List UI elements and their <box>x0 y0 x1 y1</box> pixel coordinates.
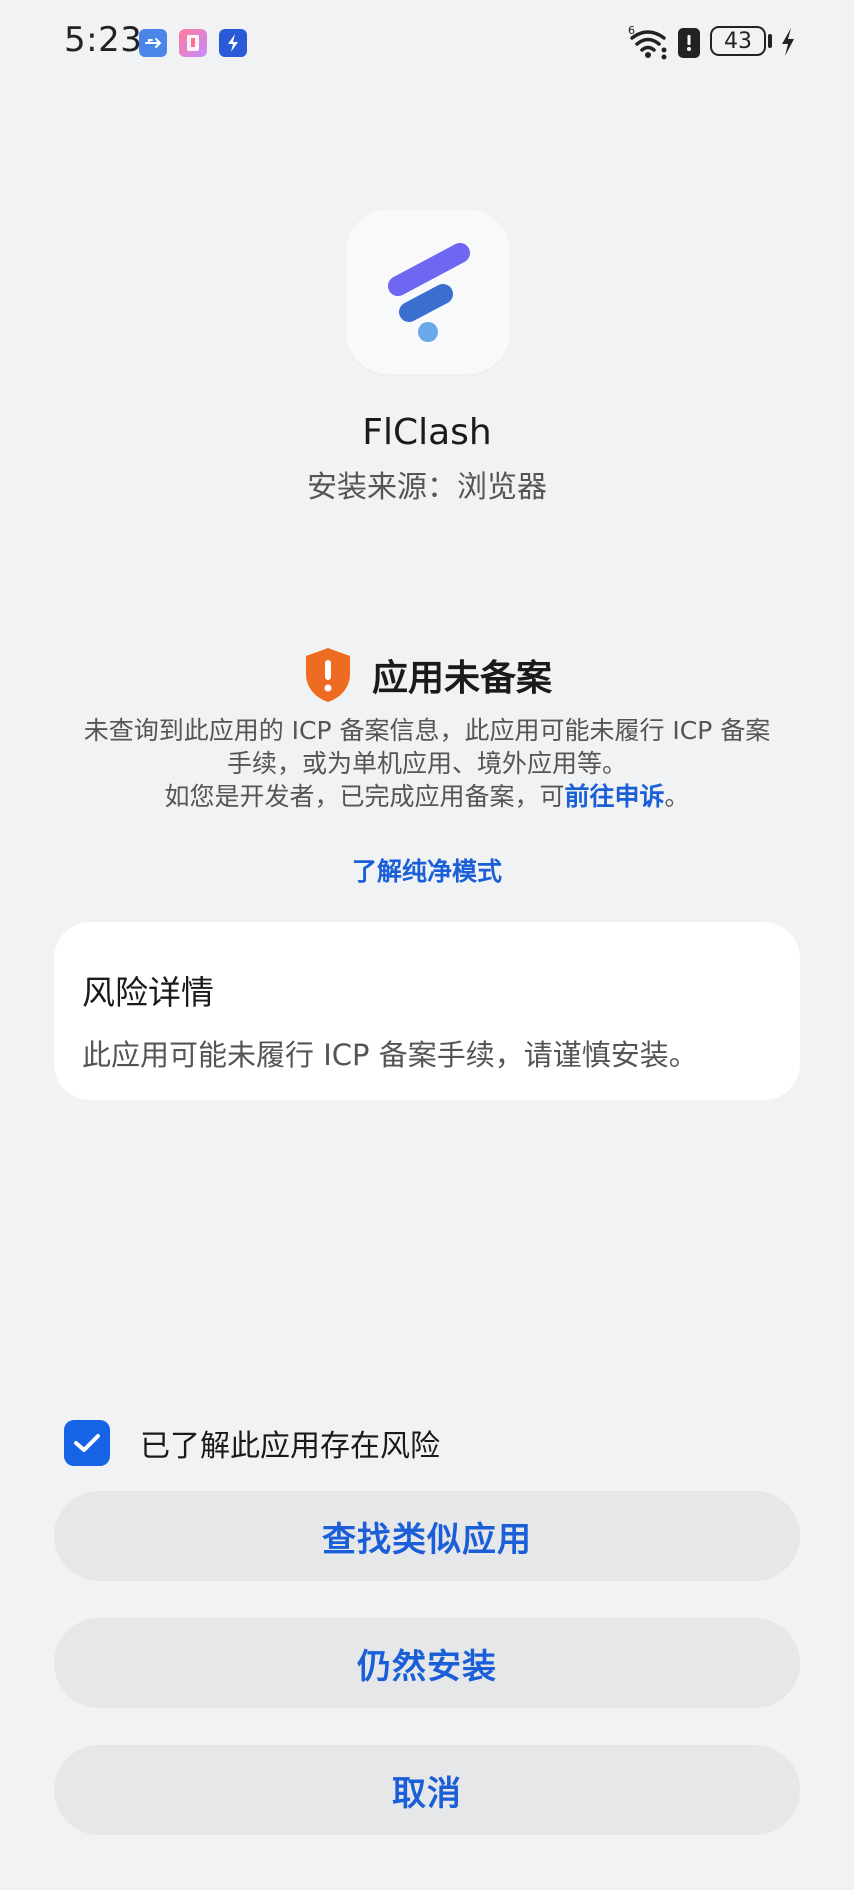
risk-details-text: 此应用可能未履行 ICP 备案手续，请谨慎安装。 <box>82 1038 698 1072</box>
warning-desc-suffix: 。 <box>664 782 690 811</box>
battery-level: 43 <box>724 28 752 54</box>
usb-icon <box>139 29 167 57</box>
cancel-button[interactable]: 取消 <box>54 1745 800 1835</box>
install-warning-screen: 5:23 6 43 FlClash 安装来源：浏览器 应用未备案 未查询到此应用… <box>0 0 854 1890</box>
checkmark-icon <box>74 1434 100 1452</box>
book-icon <box>179 29 207 57</box>
acknowledge-risk-row[interactable]: 已了解此应用存在风险 <box>64 1418 440 1468</box>
bolt-icon <box>219 29 247 57</box>
app-name: FlClash <box>362 412 492 453</box>
status-time: 5:23 <box>64 20 143 60</box>
wifi-icon: 6 <box>628 24 670 60</box>
app-icon <box>346 210 510 374</box>
warning-desc-line1: 未查询到此应用的 ICP 备案信息，此应用可能未履行 ICP 备案 <box>83 716 771 745</box>
install-anyway-button[interactable]: 仍然安装 <box>54 1618 800 1708</box>
warning-description: 未查询到此应用的 ICP 备案信息，此应用可能未履行 ICP 备案 手续，或为单… <box>40 714 814 813</box>
warning-title: 应用未备案 <box>371 658 552 699</box>
find-similar-apps-button[interactable]: 查找类似应用 <box>54 1491 800 1581</box>
learn-pure-mode-link[interactable]: 了解纯净模式 <box>0 852 854 888</box>
acknowledge-checkbox[interactable] <box>64 1420 110 1466</box>
appeal-link[interactable]: 前往申诉 <box>564 782 664 811</box>
warning-desc-line2: 手续，或为单机应用、境外应用等。 <box>226 749 627 778</box>
risk-details-card: 风险详情 此应用可能未履行 ICP 备案手续，请谨慎安装。 <box>54 922 800 1100</box>
battery-cap <box>768 34 772 48</box>
shield-warning-icon <box>305 648 350 702</box>
warning-desc-prefix: 如您是开发者，已完成应用备案，可 <box>164 782 565 811</box>
charging-icon <box>778 24 798 60</box>
risk-details-title: 风险详情 <box>82 973 214 1012</box>
acknowledge-label: 已了解此应用存在风险 <box>140 1429 440 1464</box>
battery-icon: 43 <box>710 26 766 56</box>
status-bar: 5:23 6 43 <box>0 0 854 84</box>
flclash-logo <box>388 243 470 342</box>
install-source: 安装来源：浏览器 <box>307 470 547 505</box>
warning-desc-line3: 如您是开发者，已完成应用备案，可前往申诉。 <box>40 780 814 813</box>
warning-header: 应用未备案 <box>0 645 854 705</box>
alert-icon <box>678 28 700 58</box>
